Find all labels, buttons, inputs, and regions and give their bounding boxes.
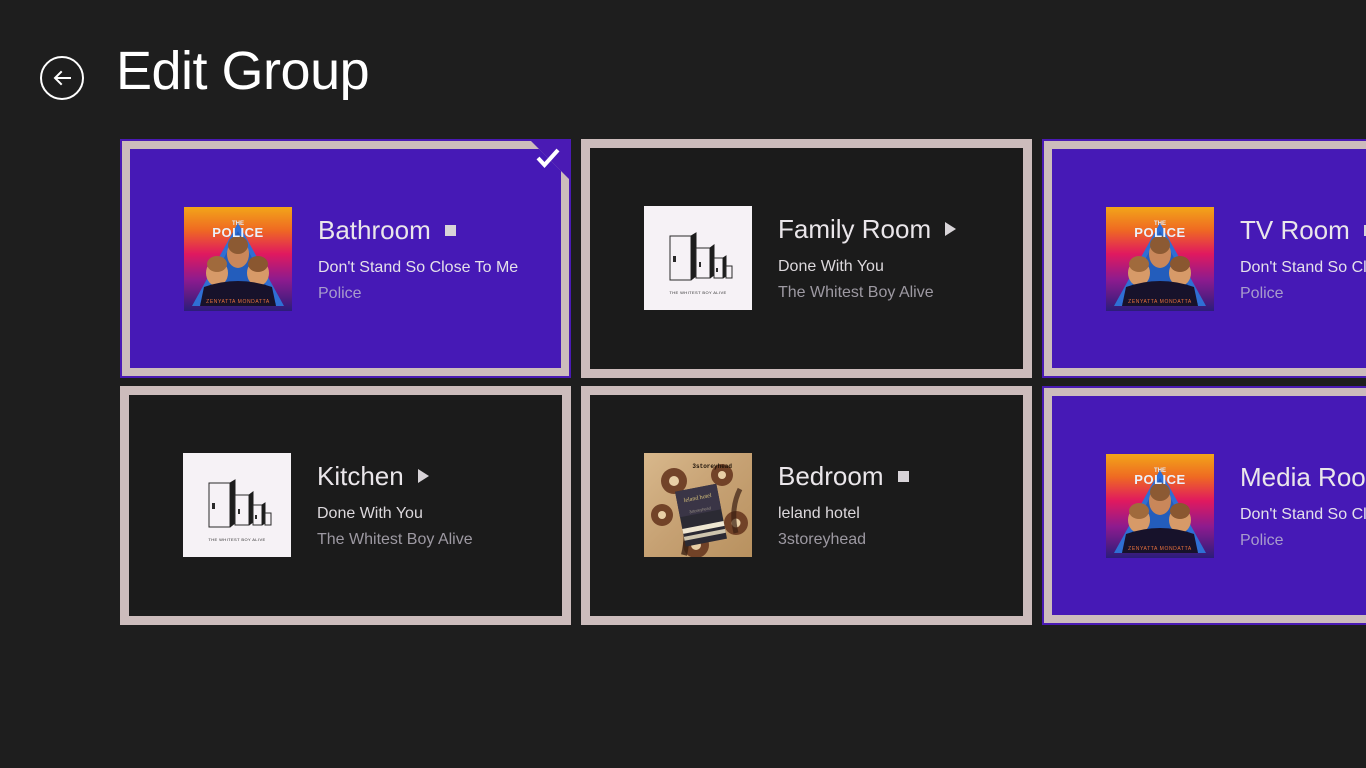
page-title: Edit Group — [116, 41, 370, 101]
back-button[interactable] — [40, 56, 84, 100]
room-tile-media-room[interactable]: THE POLICE ZENYATTA MONDATTA Media Room … — [1042, 386, 1366, 625]
room-name: Family Room — [778, 214, 932, 244]
room-tile-kitchen[interactable]: THE WHITEST BOY ALIVE Kitchen Done With … — [120, 386, 571, 625]
tile-frame: THE POLICE ZENYATTA MONDATTA TV Room Don… — [1044, 141, 1366, 376]
playback-state-icon[interactable] — [445, 225, 456, 236]
tile-surface: THE POLICE ZENYATTA MONDATTA Media Room … — [1052, 396, 1366, 615]
track-title: Done With You — [317, 505, 423, 522]
track-artist: 3storeyhead — [778, 531, 867, 548]
tile-frame: THE POLICE ZENYATTA MONDATTA Bathroom Do… — [122, 141, 569, 376]
room-tile-tv-room[interactable]: THE POLICE ZENYATTA MONDATTA TV Room Don… — [1042, 139, 1366, 378]
room-line: TV Room — [1240, 215, 1366, 245]
play-icon — [417, 469, 429, 483]
tile-content: THE WHITEST BOY ALIVE Kitchen Done With … — [183, 453, 473, 557]
room-name: Media Room — [1240, 462, 1366, 492]
svg-text:POLICE: POLICE — [1134, 225, 1185, 240]
track-artist: Police — [1240, 285, 1284, 302]
svg-text:ZENYATTA MONDATTA: ZENYATTA MONDATTA — [1128, 299, 1192, 305]
page-header: Edit Group — [0, 0, 1366, 138]
police-album-art: THE POLICE ZENYATTA MONDATTA — [184, 207, 292, 311]
track-artist: Police — [1240, 532, 1284, 549]
tile-metadata: TV Room Don't Stand So Close To Me Polic… — [1240, 207, 1366, 302]
track-artist: The Whitest Boy Alive — [317, 531, 473, 548]
tile-row: THE WHITEST BOY ALIVE Kitchen Done With … — [120, 386, 1366, 625]
room-tile-bathroom[interactable]: THE POLICE ZENYATTA MONDATTA Bathroom Do… — [120, 139, 571, 378]
stop-icon — [445, 225, 456, 236]
police-album-art: THE POLICE ZENYATTA MONDATTA — [1106, 454, 1214, 558]
svg-text:POLICE: POLICE — [1134, 472, 1185, 487]
room-name: TV Room — [1240, 215, 1350, 245]
tile-metadata: Media Room Don't Stand So Close To Me Po… — [1240, 454, 1366, 549]
room-line: Bathroom — [318, 215, 518, 245]
track-title: Don't Stand So Close To Me — [1240, 259, 1366, 276]
svg-text:THE WHITEST BOY ALIVE: THE WHITEST BOY ALIVE — [208, 537, 265, 542]
svg-text:THE WHITEST BOY ALIVE: THE WHITEST BOY ALIVE — [669, 290, 726, 295]
stop-icon — [897, 470, 909, 482]
svg-text:ZENYATTA MONDATTA: ZENYATTA MONDATTA — [1128, 546, 1192, 552]
tile-frame: THE POLICE ZENYATTA MONDATTA Media Room … — [1044, 388, 1366, 623]
room-line: Bedroom — [778, 461, 909, 491]
tile-surface: THE POLICE ZENYATTA MONDATTA TV Room Don… — [1052, 149, 1366, 368]
tile-surface: THE POLICE ZENYATTA MONDATTA Bathroom Do… — [130, 149, 561, 368]
tile-content: THE POLICE ZENYATTA MONDATTA TV Room Don… — [1106, 207, 1366, 311]
svg-text:POLICE: POLICE — [212, 225, 263, 240]
track-artist: The Whitest Boy Alive — [778, 284, 934, 301]
tile-content: THE WHITEST BOY ALIVE Family Room Done W… — [644, 206, 957, 310]
room-name: Kitchen — [317, 461, 404, 491]
whitest-boy-alive-album-art: THE WHITEST BOY ALIVE — [644, 206, 752, 310]
room-tile-grid: THE POLICE ZENYATTA MONDATTA Bathroom Do… — [120, 139, 1366, 625]
room-line: Media Room — [1240, 462, 1366, 492]
track-title: Done With You — [778, 258, 884, 275]
tile-frame: THE WHITEST BOY ALIVE Family Room Done W… — [590, 148, 1023, 369]
room-name: Bathroom — [318, 215, 431, 245]
tile-metadata: Bathroom Don't Stand So Close To Me Poli… — [318, 207, 518, 302]
tile-frame: leland hotel 3storeyhead 3storeyhead Bed… — [590, 395, 1023, 616]
tile-surface: THE WHITEST BOY ALIVE Kitchen Done With … — [129, 395, 562, 616]
playback-state-icon[interactable] — [897, 470, 909, 482]
track-title: Don't Stand So Close To Me — [1240, 506, 1366, 523]
tile-metadata: Bedroom leland hotel 3storeyhead — [778, 453, 909, 548]
police-album-art: THE POLICE ZENYATTA MONDATTA — [1106, 207, 1214, 311]
back-arrow-icon — [50, 66, 74, 90]
tile-content: THE POLICE ZENYATTA MONDATTA Media Room … — [1106, 454, 1366, 558]
room-name: Bedroom — [778, 461, 884, 491]
tile-surface: leland hotel 3storeyhead 3storeyhead Bed… — [590, 395, 1023, 616]
svg-text:ZENYATTA MONDATTA: ZENYATTA MONDATTA — [206, 299, 270, 305]
track-artist: Police — [318, 285, 362, 302]
tile-content: leland hotel 3storeyhead 3storeyhead Bed… — [644, 453, 909, 557]
svg-text:3storeyhead: 3storeyhead — [692, 463, 732, 470]
3storeyhead-album-art: leland hotel 3storeyhead 3storeyhead — [644, 453, 752, 557]
room-tile-family-room[interactable]: THE WHITEST BOY ALIVE Family Room Done W… — [581, 139, 1032, 378]
whitest-boy-alive-album-art: THE WHITEST BOY ALIVE — [183, 453, 291, 557]
playback-state-icon[interactable] — [417, 469, 429, 483]
play-icon — [945, 222, 957, 236]
track-title: Don't Stand So Close To Me — [318, 259, 519, 276]
tile-surface: THE WHITEST BOY ALIVE Family Room Done W… — [590, 148, 1023, 369]
tile-metadata: Family Room Done With You The Whitest Bo… — [778, 206, 957, 301]
room-line: Kitchen — [317, 461, 473, 491]
tile-row: THE POLICE ZENYATTA MONDATTA Bathroom Do… — [120, 139, 1366, 378]
tile-frame: THE WHITEST BOY ALIVE Kitchen Done With … — [129, 395, 562, 616]
playback-state-icon[interactable] — [945, 222, 957, 236]
room-tile-bedroom[interactable]: leland hotel 3storeyhead 3storeyhead Bed… — [581, 386, 1032, 625]
tile-content: THE POLICE ZENYATTA MONDATTA Bathroom Do… — [184, 207, 518, 311]
track-title: leland hotel — [778, 505, 860, 522]
room-line: Family Room — [778, 214, 957, 244]
tile-metadata: Kitchen Done With You The Whitest Boy Al… — [317, 453, 473, 548]
